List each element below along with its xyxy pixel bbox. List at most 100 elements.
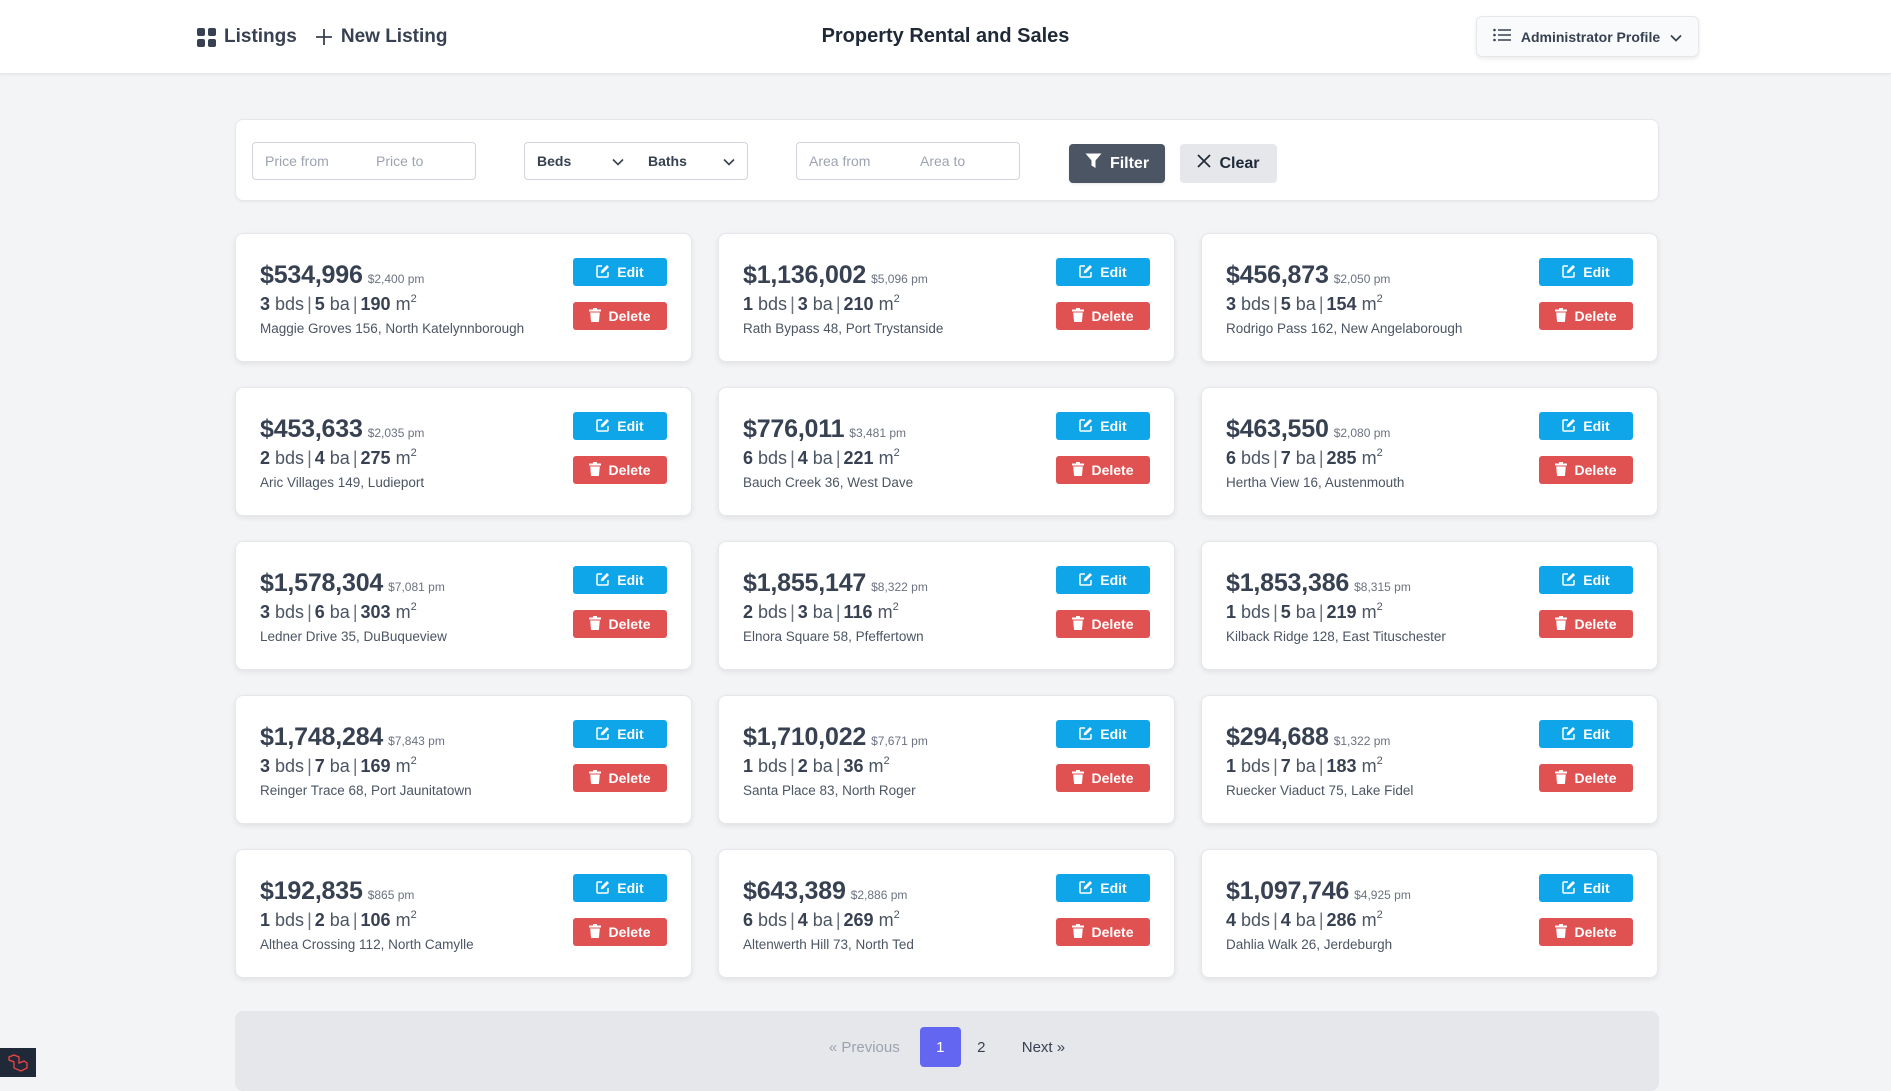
page-number-link[interactable]: 2: [961, 1027, 1002, 1067]
delete-button[interactable]: Delete: [573, 302, 667, 330]
listing-card: $534,996 $2,400 pm 3 bds | 5 ba | 190 m2 Mag…: [235, 233, 692, 362]
delete-button[interactable]: Delete: [573, 918, 667, 946]
listing-card: $1,855,147 $8,322 pm 2 bds | 3 ba | 116 m2 E…: [718, 541, 1175, 670]
listing-address: Reinger Trace 68, Port Jaunitatown: [260, 783, 472, 798]
listing-baths: 4: [1280, 910, 1291, 930]
price-line: $456,873 $2,050 pm: [1226, 261, 1390, 290]
area-unit-base: m: [878, 448, 894, 468]
edit-button[interactable]: Edit: [573, 566, 667, 594]
listing-address: Maggie Groves 156, North Katelynnborough: [260, 321, 525, 336]
baths-select[interactable]: Baths: [636, 143, 747, 179]
price-line: $463,550 $2,080 pm: [1226, 415, 1390, 444]
delete-button[interactable]: Delete: [1539, 610, 1633, 638]
delete-button[interactable]: Delete: [1056, 456, 1150, 484]
listing-card: $456,873 $2,050 pm 3 bds | 5 ba | 154 m2 Rod…: [1201, 233, 1658, 362]
edit-button[interactable]: Edit: [1539, 258, 1633, 286]
edit-button[interactable]: Edit: [573, 720, 667, 748]
edit-button[interactable]: Edit: [573, 258, 667, 286]
price-from-input[interactable]: [253, 143, 364, 179]
trash-icon: [589, 307, 602, 325]
previous-page-link[interactable]: « Previous: [829, 1039, 900, 1056]
spec-separator: |: [352, 756, 358, 776]
spec-separator: |: [1318, 294, 1324, 314]
edit-button-label: Edit: [1583, 880, 1610, 896]
price-to-input[interactable]: [364, 143, 475, 179]
area-unit: m2: [1362, 909, 1383, 930]
listing-specs: 1 bds | 2 ba | 36 m2: [743, 755, 890, 777]
spec-separator: |: [307, 756, 312, 776]
listing-area: 36: [843, 756, 864, 776]
pencil-square-icon: [1562, 726, 1576, 743]
delete-button[interactable]: Delete: [1056, 610, 1150, 638]
area-to-input[interactable]: [908, 143, 1019, 179]
listing-card: $1,136,002 $5,096 pm 1 bds | 3 ba | 210 m2 R…: [718, 233, 1175, 362]
edit-button[interactable]: Edit: [573, 412, 667, 440]
delete-button[interactable]: Delete: [1539, 764, 1633, 792]
listing-monthly-price: $1,322 pm: [1333, 734, 1391, 748]
delete-button-label: Delete: [1574, 770, 1617, 786]
beds-select[interactable]: Beds: [525, 143, 636, 179]
clear-button[interactable]: Clear: [1180, 144, 1277, 183]
edit-button[interactable]: Edit: [573, 874, 667, 902]
spec-separator: |: [835, 448, 841, 468]
area-unit: m2: [396, 909, 417, 930]
listing-beds: 2: [260, 448, 271, 468]
edit-button[interactable]: Edit: [1539, 874, 1633, 902]
edit-button[interactable]: Edit: [1056, 874, 1150, 902]
area-unit: m2: [879, 909, 900, 930]
delete-button[interactable]: Delete: [1056, 302, 1150, 330]
beds-unit: bds: [758, 910, 788, 930]
listing-address: Althea Crossing 112, North Camylle: [260, 937, 474, 952]
price-range-group: [252, 142, 476, 180]
listing-address: Kilback Ridge 128, East Titusche­ster: [1226, 629, 1446, 644]
delete-button[interactable]: Delete: [1539, 456, 1633, 484]
listing-area: 169: [360, 756, 391, 776]
spec-separator: |: [1318, 448, 1324, 468]
filter-button[interactable]: Filter: [1069, 144, 1165, 183]
pencil-square-icon: [1562, 572, 1576, 589]
chevron-down-icon: [1670, 29, 1682, 45]
edit-button[interactable]: Edit: [1056, 412, 1150, 440]
listing-grid: $534,996 $2,400 pm 3 bds | 5 ba | 190 m2 Mag…: [235, 233, 1659, 978]
listing-monthly-price: $2,050 pm: [1333, 272, 1391, 286]
listing-beds: 1: [1226, 602, 1237, 622]
baths-unit: ba: [1295, 448, 1316, 468]
delete-button[interactable]: Delete: [573, 764, 667, 792]
area-from-input[interactable]: [797, 143, 908, 179]
listing-beds: 3: [1226, 294, 1237, 314]
pencil-square-icon: [596, 572, 610, 589]
edit-button[interactable]: Edit: [1539, 566, 1633, 594]
listing-specs: 6 bds | 7 ba | 285 m2: [1226, 447, 1383, 469]
listing-card: $776,011 $3,481 pm 6 bds | 4 ba | 221 m2 Bau…: [718, 387, 1175, 516]
trash-icon: [1555, 615, 1568, 633]
framework-logo-icon: [0, 1048, 36, 1077]
edit-button[interactable]: Edit: [1539, 720, 1633, 748]
delete-button[interactable]: Delete: [1056, 764, 1150, 792]
spec-separator: |: [352, 448, 358, 468]
delete-button[interactable]: Delete: [1539, 918, 1633, 946]
delete-button[interactable]: Delete: [573, 456, 667, 484]
area-unit-exponent: 2: [410, 909, 417, 921]
area-unit-exponent: 2: [1376, 447, 1383, 459]
baths-unit: ba: [812, 602, 833, 622]
area-unit-exponent: 2: [893, 447, 900, 459]
listing-monthly-price: $2,400 pm: [367, 272, 425, 286]
page-number-link[interactable]: 1: [919, 1027, 961, 1067]
price-line: $776,011 $3,481 pm: [743, 415, 906, 444]
listing-specs: 1 bds | 3 ba | 210 m2: [743, 293, 900, 315]
listing-area: 116: [843, 602, 873, 622]
next-page-link[interactable]: Next »: [1022, 1039, 1065, 1056]
edit-button[interactable]: Edit: [1056, 566, 1150, 594]
top-navbar: Listings New Listing Property Rental and…: [0, 0, 1891, 74]
edit-button[interactable]: Edit: [1539, 412, 1633, 440]
edit-button[interactable]: Edit: [1056, 720, 1150, 748]
delete-button[interactable]: Delete: [573, 610, 667, 638]
delete-button-label: Delete: [1091, 924, 1134, 940]
price-line: $294,688 $1,322 pm: [1226, 723, 1390, 752]
area-unit: m2: [878, 447, 900, 468]
delete-button[interactable]: Delete: [1539, 302, 1633, 330]
edit-button[interactable]: Edit: [1056, 258, 1150, 286]
delete-button[interactable]: Delete: [1056, 918, 1150, 946]
listing-beds: 6: [743, 448, 754, 468]
administrator-profile-dropdown[interactable]: Administrator Profile: [1476, 16, 1699, 57]
